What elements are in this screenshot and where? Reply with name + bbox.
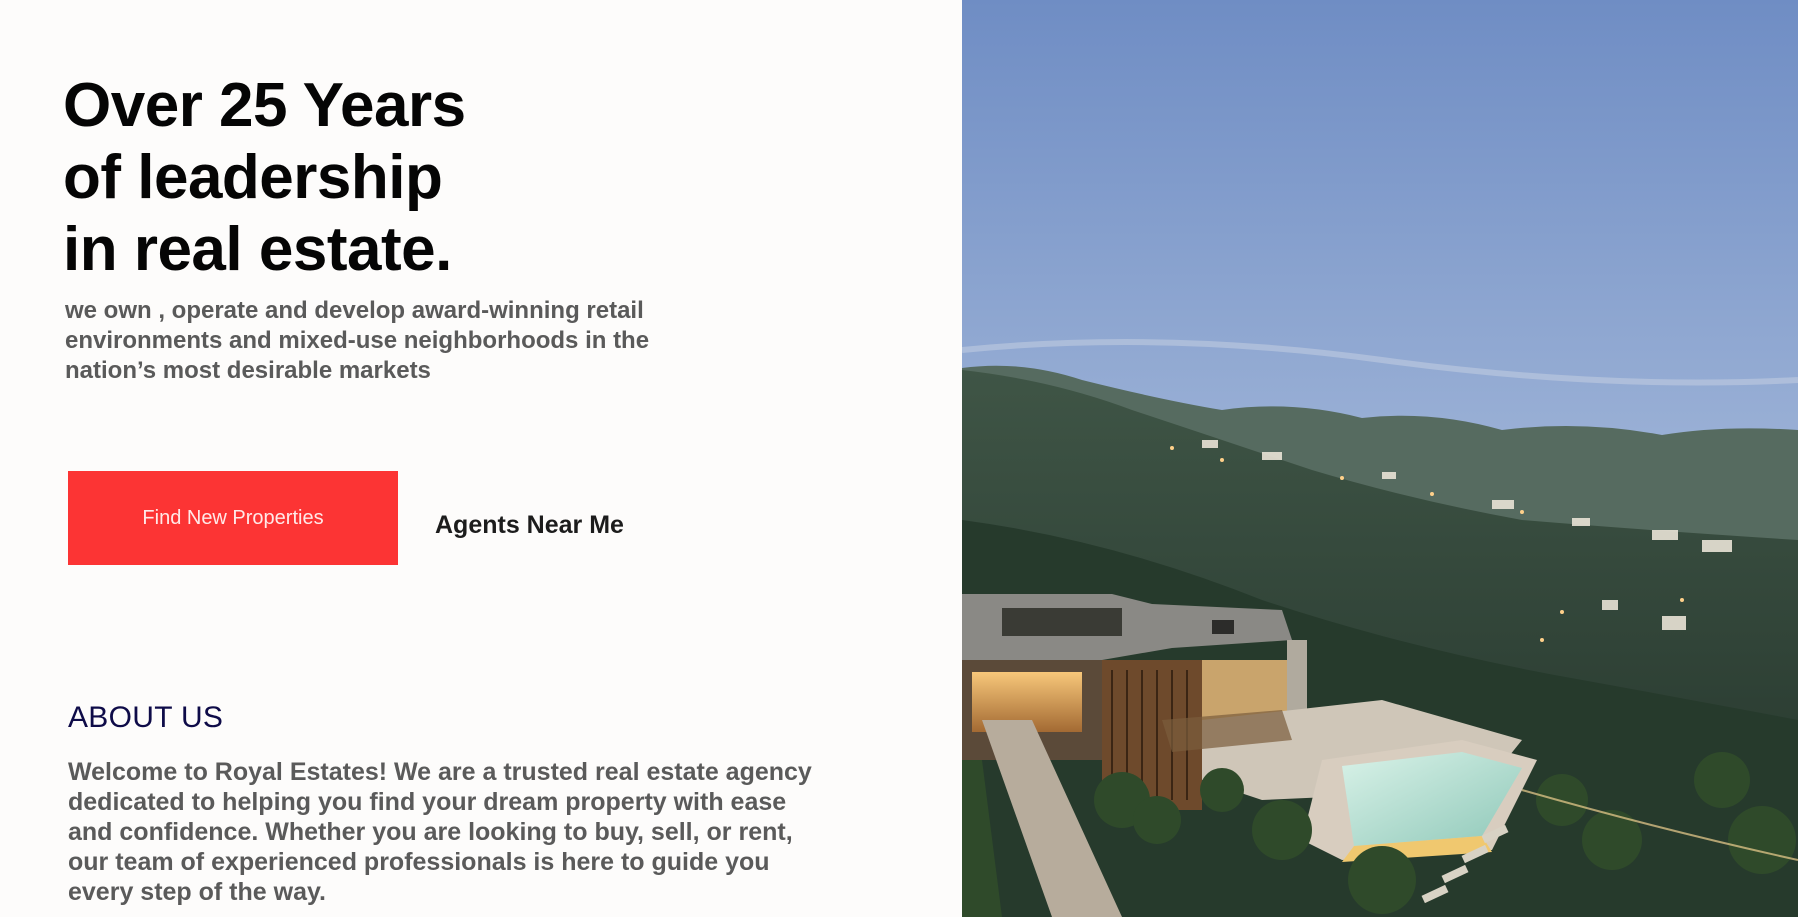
hero-section: Over 25 Years of leadership in real esta… <box>0 0 962 917</box>
hero-image <box>962 0 1798 917</box>
villa-photo-illustration <box>962 0 1798 917</box>
headline-line-2: of leadership <box>63 143 443 212</box>
hero-headline: Over 25 Years of leadership in real esta… <box>63 70 466 286</box>
about-us-text: Welcome to Royal Estates! We are a trust… <box>68 758 812 906</box>
about-us-heading: ABOUT US <box>68 701 224 734</box>
headline-line-1: Over 25 Years <box>63 71 466 140</box>
hero-subtitle: we own , operate and develop award-winni… <box>65 297 650 384</box>
headline-line-3: in real estate. <box>63 215 452 284</box>
find-new-properties-button[interactable]: Find New Properties <box>68 471 398 565</box>
agents-near-me-link[interactable]: Agents Near Me <box>435 510 624 540</box>
